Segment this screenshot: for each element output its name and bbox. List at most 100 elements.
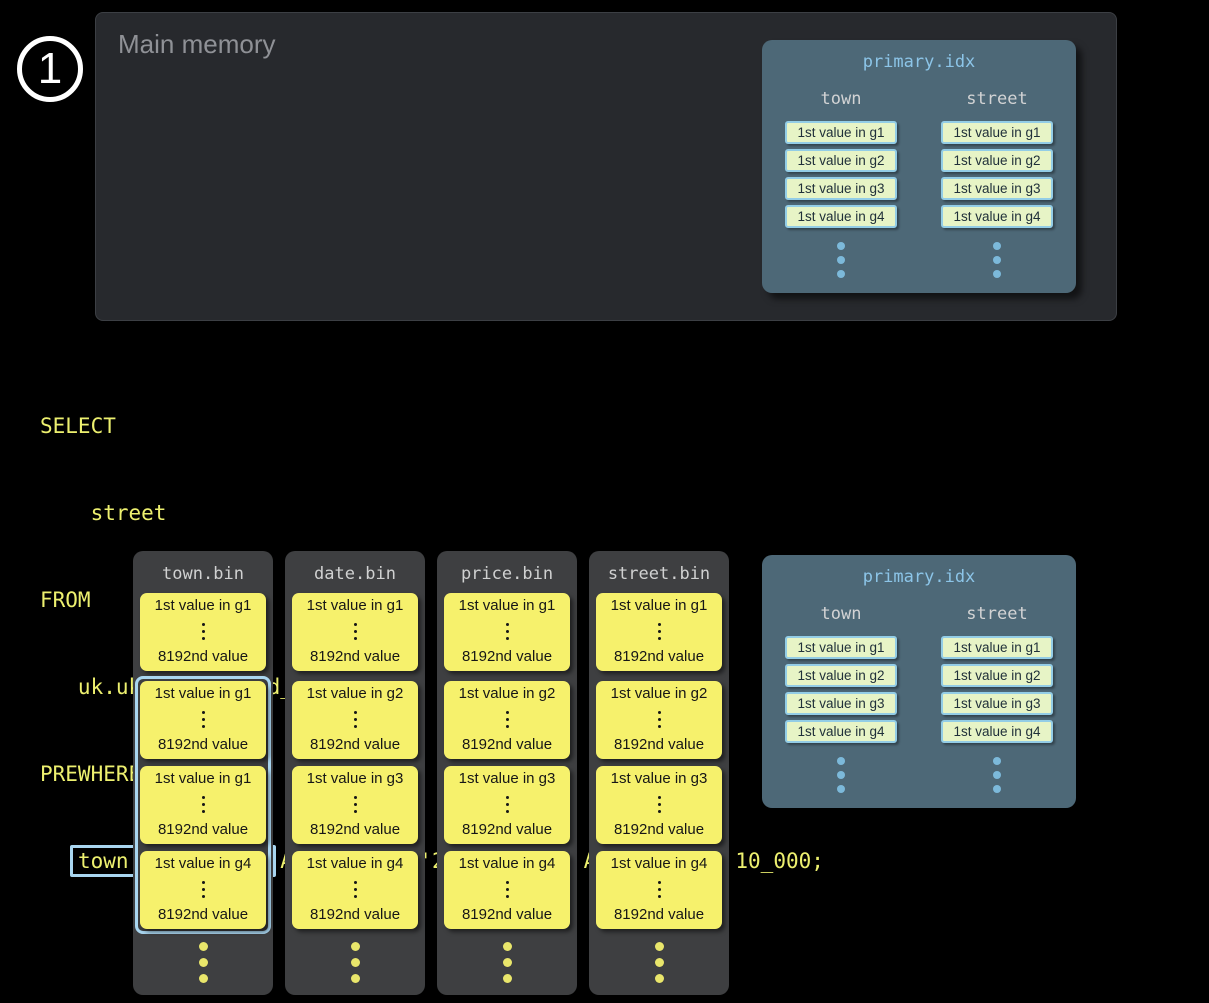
step-number-badge: 1 [17,36,83,102]
granule-block: 1st value in g2 8192nd value [596,681,722,759]
vertical-ellipsis-icon [285,942,425,983]
granule-first-value: 1st value in g3 [611,770,708,787]
granule-last-value: 8192nd value [158,906,248,923]
granule-block: 1st value in g1 8192nd value [444,593,570,671]
primary-idx-title: primary.idx [762,52,1076,72]
index-entry: 1st value in g3 [785,692,897,715]
vertical-ellipsis-icon [437,942,577,983]
primary-idx-column-town: town 1st value in g1 1st value in g2 1st… [785,89,897,278]
bin-price: price.bin 1st value in g1 8192nd value 1… [437,551,577,995]
vertical-ellipsis-icon [354,623,357,640]
index-entry: 1st value in g1 [785,636,897,659]
granule-block: 1st value in g4 8192nd value [596,851,722,929]
vertical-ellipsis-icon [993,242,1001,278]
granule-first-value: 1st value in g2 [307,685,404,702]
index-entry: 1st value in g4 [941,720,1053,743]
granule-last-value: 8192nd value [614,736,704,753]
primary-idx-columns: town 1st value in g1 1st value in g2 1st… [762,604,1076,793]
granule-block: 1st value in g1 8192nd value [140,766,266,844]
granule-block: 1st value in g3 8192nd value [292,766,418,844]
vertical-ellipsis-icon [993,757,1001,793]
granule-last-value: 8192nd value [158,648,248,665]
index-entry: 1st value in g3 [941,177,1053,200]
index-entry: 1st value in g1 [941,636,1053,659]
column-header-street: street [966,89,1027,109]
granule-first-value: 1st value in g1 [155,597,252,614]
bin-title: date.bin [285,564,425,584]
column-files-row: town.bin 1st value in g1 8192nd value 1s… [133,551,729,995]
granule-block: 1st value in g2 8192nd value [292,681,418,759]
column-header-town: town [821,604,862,624]
granule-block: 1st value in g2 8192nd value [444,681,570,759]
granule-first-value: 1st value in g3 [459,770,556,787]
vertical-ellipsis-icon [354,881,357,898]
granule-first-value: 1st value in g4 [611,855,708,872]
granule-first-value: 1st value in g4 [307,855,404,872]
vertical-ellipsis-icon [506,881,509,898]
granule-block: 1st value in g4 8192nd value [292,851,418,929]
granule-first-value: 1st value in g4 [459,855,556,872]
granule-block: 1st value in g1 8192nd value [140,593,266,671]
granule-block: 1st value in g4 8192nd value [444,851,570,929]
vertical-ellipsis-icon [837,757,845,793]
granule-last-value: 8192nd value [462,821,552,838]
index-entry: 1st value in g1 [941,121,1053,144]
bin-title: price.bin [437,564,577,584]
primary-idx-box-top: primary.idx town 1st value in g1 1st val… [762,40,1076,293]
index-entry: 1st value in g2 [785,149,897,172]
index-entry: 1st value in g4 [785,205,897,228]
vertical-ellipsis-icon [589,942,729,983]
granule-block: 1st value in g3 8192nd value [444,766,570,844]
granule-last-value: 8192nd value [462,906,552,923]
index-entry: 1st value in g1 [785,121,897,144]
granule-first-value: 1st value in g2 [611,685,708,702]
granule-group: 1st value in g2 8192nd value 1st value i… [591,676,727,934]
granule-block: 1st value in g1 8192nd value [292,593,418,671]
vertical-ellipsis-icon [133,942,273,983]
bin-date: date.bin 1st value in g1 8192nd value 1s… [285,551,425,995]
column-header-town: town [821,89,862,109]
index-entry: 1st value in g4 [785,720,897,743]
granule-first-value: 1st value in g3 [307,770,404,787]
bin-title: town.bin [133,564,273,584]
granule-last-value: 8192nd value [310,821,400,838]
granule-last-value: 8192nd value [614,821,704,838]
column-header-street: street [966,604,1027,624]
granule-last-value: 8192nd value [310,648,400,665]
vertical-ellipsis-icon [202,711,205,728]
granule-last-value: 8192nd value [158,821,248,838]
granule-last-value: 8192nd value [158,736,248,753]
bin-title: street.bin [589,564,729,584]
vertical-ellipsis-icon [202,881,205,898]
granule-first-value: 1st value in g4 [155,855,252,872]
index-entry: 1st value in g4 [941,205,1053,228]
primary-idx-box-bottom: primary.idx town 1st value in g1 1st val… [762,555,1076,808]
index-entry: 1st value in g2 [785,664,897,687]
granule-last-value: 8192nd value [310,906,400,923]
selected-granules-outline: 1st value in g1 8192nd value 1st value i… [135,676,271,934]
granule-last-value: 8192nd value [462,736,552,753]
vertical-ellipsis-icon [658,881,661,898]
granule-block: 1st value in g4 8192nd value [140,851,266,929]
main-memory-label: Main memory [118,29,275,60]
step-number: 1 [38,47,62,91]
vertical-ellipsis-icon [837,242,845,278]
granule-last-value: 8192nd value [310,736,400,753]
vertical-ellipsis-icon [506,711,509,728]
granule-block: 1st value in g1 8192nd value [596,593,722,671]
primary-idx-column-town: town 1st value in g1 1st value in g2 1st… [785,604,897,793]
vertical-ellipsis-icon [202,623,205,640]
sql-line-select: SELECT [40,412,824,441]
index-entry: 1st value in g3 [785,177,897,200]
granule-first-value: 1st value in g1 [307,597,404,614]
granule-first-value: 1st value in g1 [459,597,556,614]
granule-block: 1st value in g1 8192nd value [140,681,266,759]
vertical-ellipsis-icon [658,711,661,728]
bin-town: town.bin 1st value in g1 8192nd value 1s… [133,551,273,995]
granule-first-value: 1st value in g2 [459,685,556,702]
index-entry: 1st value in g2 [941,149,1053,172]
granule-first-value: 1st value in g1 [611,597,708,614]
vertical-ellipsis-icon [354,796,357,813]
index-entry: 1st value in g2 [941,664,1053,687]
vertical-ellipsis-icon [506,623,509,640]
